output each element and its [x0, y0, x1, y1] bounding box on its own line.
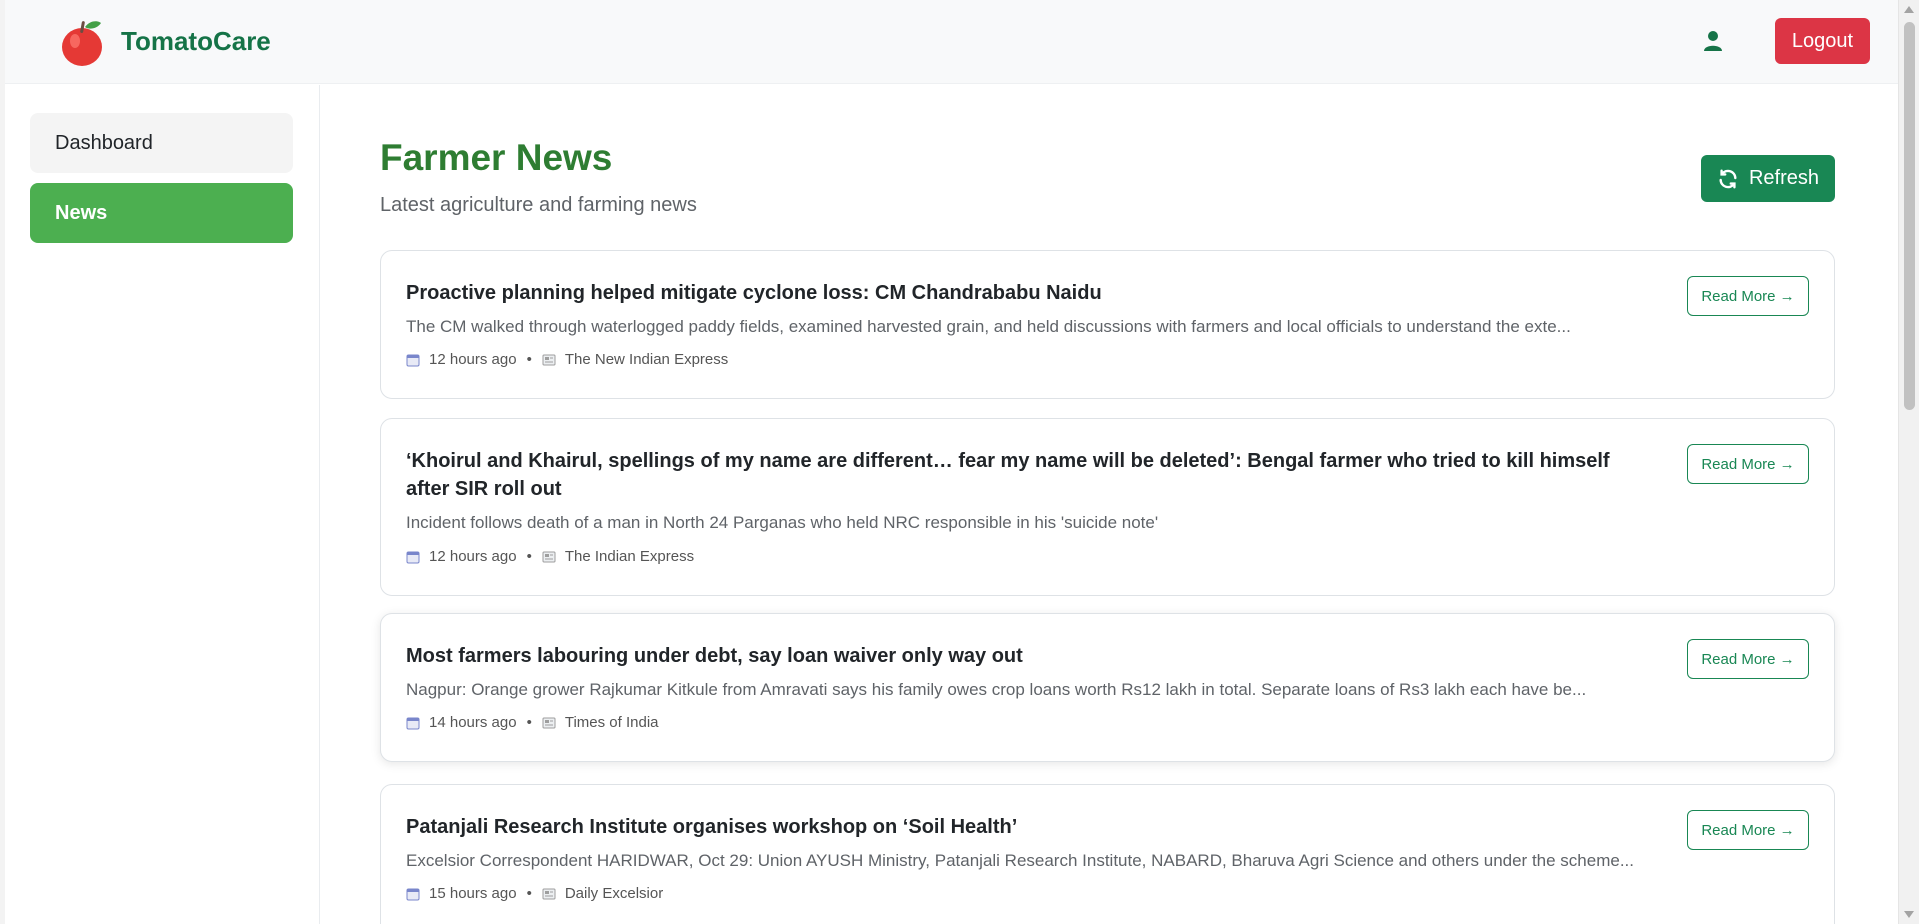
read-more-button[interactable]: Read More → [1687, 639, 1809, 679]
newspaper-icon [542, 354, 556, 365]
newspaper-icon [542, 888, 556, 899]
read-more-button[interactable]: Read More → [1687, 810, 1809, 850]
newspaper-icon [542, 717, 556, 728]
apple-icon [62, 20, 102, 66]
news-description: The CM walked through waterlogged paddy … [406, 317, 1571, 336]
user-icon[interactable] [1701, 29, 1725, 53]
sidebar-item-news[interactable]: News [30, 183, 293, 243]
news-time: 14 hours ago [429, 714, 517, 731]
meta-separator: • [526, 548, 532, 565]
news-title[interactable]: Most farmers labouring under debt, say l… [406, 642, 1646, 670]
calendar-icon [406, 717, 420, 729]
news-time: 12 hours ago [429, 351, 517, 368]
page-title: Farmer News [380, 137, 613, 178]
news-description: Excelsior Correspondent HARIDWAR, Oct 29… [406, 851, 1634, 870]
news-description: Nagpur: Orange grower Rajkumar Kitkule f… [406, 680, 1587, 699]
meta-separator: • [526, 714, 532, 731]
newspaper-icon [542, 551, 556, 562]
news-source: Times of India [564, 714, 659, 731]
news-time: 12 hours ago [429, 548, 517, 565]
read-more-button[interactable]: Read More → [1687, 444, 1809, 484]
news-meta: 12 hours ago • The New Indian Express [406, 351, 728, 368]
read-more-button[interactable]: Read More → [1687, 276, 1809, 316]
news-title[interactable]: Proactive planning helped mitigate cyclo… [406, 279, 1646, 307]
news-title[interactable]: Patanjali Research Institute organises w… [406, 813, 1646, 841]
refresh-icon [1719, 169, 1737, 188]
brand[interactable]: TomatoCare [55, 15, 271, 69]
meta-separator: • [526, 885, 532, 902]
page-scrollbar[interactable] [1898, 0, 1919, 924]
news-meta: 12 hours ago • The Indian Express [406, 548, 694, 565]
news-meta: 14 hours ago • Times of India [406, 714, 659, 731]
news-title[interactable]: ‘Khoirul and Khairul, spellings of my na… [406, 447, 1646, 503]
news-description: Incident follows death of a man in North… [406, 513, 1159, 532]
scrollbar-thumb[interactable] [1904, 22, 1915, 410]
news-time: 15 hours ago [429, 885, 517, 902]
news-card: ‘Khoirul and Khairul, spellings of my na… [380, 418, 1835, 596]
refresh-label: Refresh [1748, 167, 1820, 189]
sidebar: Dashboard News [5, 85, 320, 924]
news-card: Proactive planning helped mitigate cyclo… [380, 250, 1835, 399]
scroll-up-arrow-icon[interactable] [1904, 6, 1914, 13]
news-card: Patanjali Research Institute organises w… [380, 784, 1835, 924]
brand-name: TomatoCare [121, 26, 271, 56]
news-card: Most farmers labouring under debt, say l… [380, 613, 1835, 762]
refresh-button[interactable]: Refresh [1701, 155, 1835, 202]
calendar-icon [406, 551, 420, 563]
scroll-down-arrow-icon[interactable] [1904, 911, 1914, 918]
news-source: The New Indian Express [564, 351, 729, 368]
news-source: Daily Excelsior [564, 885, 664, 902]
news-meta: 15 hours ago • Daily Excelsior [406, 885, 663, 902]
main-content: Farmer News Latest agriculture and farmi… [320, 85, 1893, 924]
logout-button[interactable]: Logout [1775, 18, 1870, 64]
calendar-icon [406, 354, 420, 366]
top-navbar: TomatoCare Logout [5, 0, 1898, 84]
meta-separator: • [526, 351, 532, 368]
sidebar-item-dashboard[interactable]: Dashboard [30, 113, 293, 173]
news-source: The Indian Express [564, 548, 695, 565]
calendar-icon [406, 888, 420, 900]
page-subtitle: Latest agriculture and farming news [380, 194, 697, 216]
